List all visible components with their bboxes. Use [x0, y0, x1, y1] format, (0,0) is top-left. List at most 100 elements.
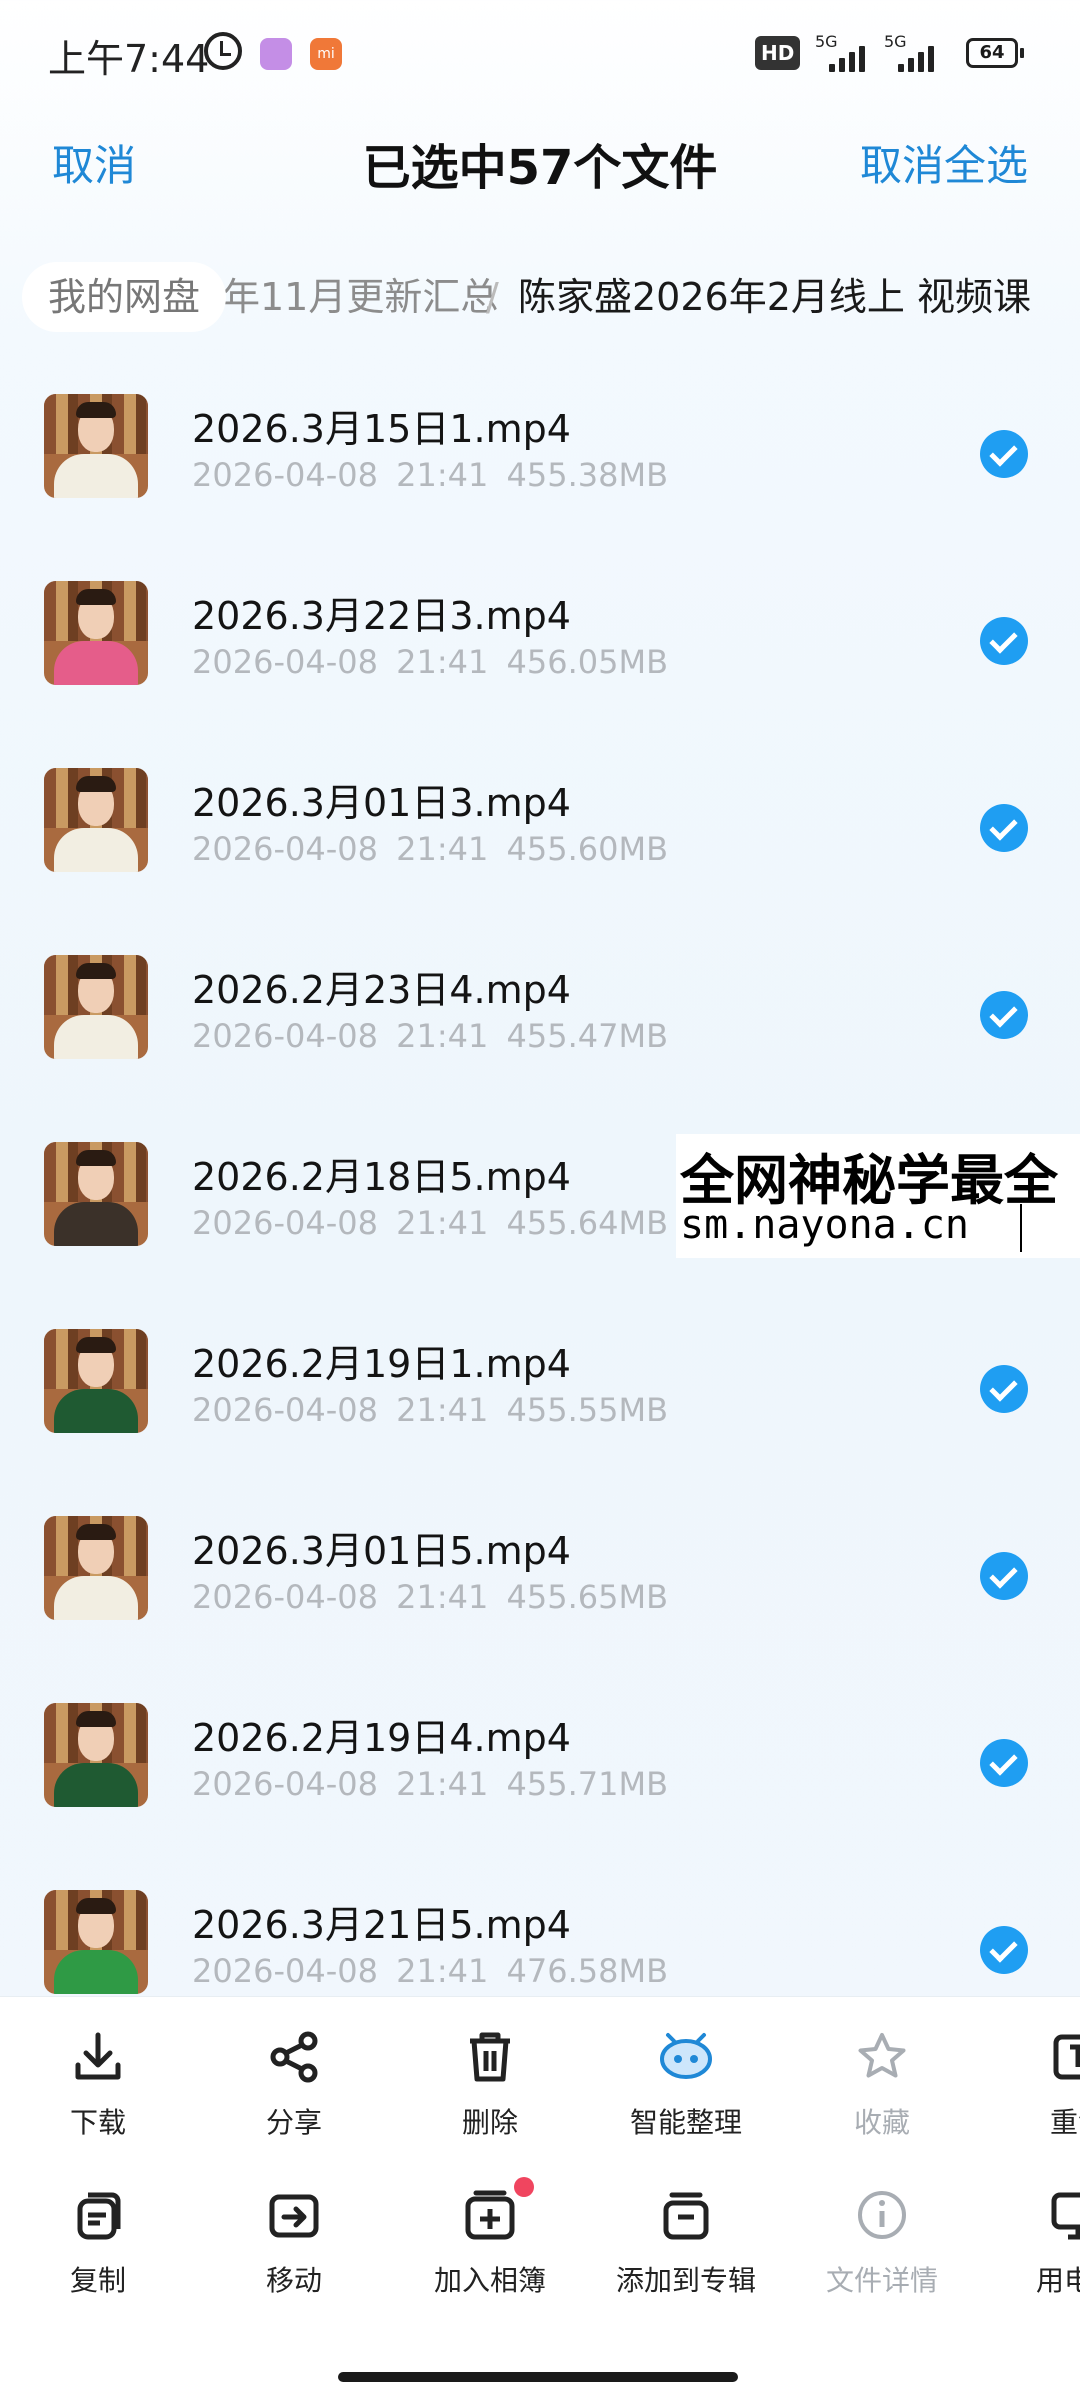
video-thumbnail [44, 768, 148, 872]
file-time: 21:41 [396, 1391, 489, 1429]
selected-check-icon[interactable] [980, 804, 1028, 852]
status-bar: 上午7:44 mi HD 5G 5G 64 [0, 0, 1080, 100]
action-label: 用电脑 [1035, 2264, 1080, 2297]
file-date: 2026-04-08 [192, 1578, 378, 1616]
selected-check-icon[interactable] [980, 1365, 1028, 1413]
file-time: 21:41 [396, 456, 489, 494]
file-row[interactable]: 2026.3月01日5.mp4 2026-04-08 21:41 455.65MB [0, 1480, 1080, 1667]
action-bar: 下载 分享 删除 智能整理 收藏 重命复制 移动 加入相簿 添加到专辑 文件详情 用电脑 [0, 1996, 1080, 2400]
action-rename-button[interactable]: 重命 [980, 2029, 1080, 2169]
selected-check-icon[interactable] [980, 1552, 1028, 1600]
signal-5g-icon-1: 5G [815, 32, 879, 72]
trash-icon [462, 2029, 518, 2085]
file-meta: 2026-04-08 21:41 455.38MB [192, 456, 668, 494]
action-label: 收藏 [853, 2106, 910, 2139]
file-date: 2026-04-08 [192, 1952, 378, 1990]
file-date: 2026-04-08 [192, 830, 378, 868]
file-time: 21:41 [396, 643, 489, 681]
action-monitor-button[interactable]: 用电脑 [980, 2187, 1080, 2327]
breadcrumb-current: 陈家盛2026年2月线上 视频课 [518, 275, 1031, 319]
action-add-album-button[interactable]: 加入相簿 [392, 2177, 588, 2327]
video-thumbnail [44, 1516, 148, 1620]
file-row[interactable]: 2026.3月15日1.mp4 2026-04-08 21:41 455.38MB [0, 358, 1080, 545]
copy-icon [70, 2187, 126, 2243]
new-badge-dot [514, 2177, 534, 2197]
file-date: 2026-04-08 [192, 643, 378, 681]
file-size: 456.05MB [506, 643, 669, 681]
action-move-button[interactable]: 移动 [196, 2187, 392, 2327]
selected-check-icon[interactable] [980, 1739, 1028, 1787]
file-time: 21:41 [396, 1204, 489, 1242]
selected-check-icon[interactable] [980, 617, 1028, 665]
file-time: 21:41 [396, 1017, 489, 1055]
action-label: 复制 [69, 2264, 126, 2297]
action-label: 分享 [265, 2106, 322, 2139]
file-meta: 2026-04-08 21:41 455.55MB [192, 1391, 668, 1429]
text-caret [1020, 1204, 1022, 1252]
file-meta: 2026-04-08 21:41 455.64MB [192, 1204, 668, 1242]
action-label: 移动 [265, 2264, 322, 2297]
file-date: 2026-04-08 [192, 1017, 378, 1055]
action-star-button[interactable]: 收藏 [784, 2029, 980, 2169]
file-name: 2026.2月23日4.mp4 [192, 968, 571, 1012]
status-time: 上午7:44 [48, 37, 210, 81]
file-name: 2026.3月15日1.mp4 [192, 407, 571, 451]
alarm-icon [204, 32, 242, 70]
file-row[interactable]: 2026.3月01日3.mp4 2026-04-08 21:41 455.60MB [0, 732, 1080, 919]
file-size: 455.47MB [506, 1017, 669, 1055]
selected-check-icon[interactable] [980, 430, 1028, 478]
action-download-button[interactable]: 下载 [0, 2029, 196, 2169]
video-thumbnail [44, 1142, 148, 1246]
move-icon [266, 2187, 322, 2243]
action-share-button[interactable]: 分享 [196, 2029, 392, 2169]
info-icon [854, 2187, 910, 2243]
file-name: 2026.3月21日5.mp4 [192, 1903, 571, 1947]
file-row[interactable]: 2026.3月22日3.mp4 2026-04-08 21:41 456.05MB [0, 545, 1080, 732]
download-icon [70, 2029, 126, 2085]
file-meta: 2026-04-08 21:41 455.60MB [192, 830, 668, 868]
action-label: 文件详情 [825, 2264, 938, 2297]
smart-organize-icon [658, 2029, 714, 2085]
selected-check-icon[interactable] [980, 991, 1028, 1039]
add-album-icon [462, 2187, 518, 2243]
action-label: 删除 [461, 2106, 518, 2139]
file-meta: 2026-04-08 21:41 456.05MB [192, 643, 668, 681]
signal-5g-icon-2: 5G [884, 32, 948, 72]
video-thumbnail [44, 955, 148, 1059]
file-date: 2026-04-08 [192, 456, 378, 494]
video-thumbnail [44, 1703, 148, 1807]
file-size: 455.71MB [506, 1765, 669, 1803]
action-info-button[interactable]: 文件详情 [784, 2187, 980, 2327]
breadcrumb-root[interactable]: 我的网盘 [22, 262, 227, 332]
file-row[interactable]: 2026.2月23日4.mp4 2026-04-08 21:41 455.47MB [0, 919, 1080, 1106]
action-add-to-collection-button[interactable]: 添加到专辑 [588, 2187, 784, 2327]
mi-app-notification-icon: mi [310, 38, 342, 70]
file-size: 455.60MB [506, 830, 669, 868]
action-smart-organize-button[interactable]: 智能整理 [588, 2029, 784, 2169]
file-name: 2026.3月01日3.mp4 [192, 781, 571, 825]
action-label: 加入相簿 [433, 2264, 546, 2297]
action-copy-button[interactable]: 复制 [0, 2187, 196, 2327]
breadcrumb-parent[interactable]: 年11月更新汇总 [222, 262, 498, 332]
file-date: 2026-04-08 [192, 1765, 378, 1803]
file-row[interactable]: 2026.2月19日1.mp4 2026-04-08 21:41 455.55MB [0, 1293, 1080, 1480]
hd-voice-badge: HD [755, 36, 801, 70]
video-thumbnail [44, 1329, 148, 1433]
breadcrumb: 我的网盘 年11月更新汇总 / 陈家盛2026年2月线上 视频课 [0, 258, 1080, 338]
file-name: 2026.2月19日4.mp4 [192, 1716, 571, 1760]
home-indicator[interactable] [338, 2372, 738, 2382]
selected-check-icon[interactable] [980, 1926, 1028, 1974]
file-size: 455.65MB [506, 1578, 669, 1616]
action-trash-button[interactable]: 删除 [392, 2029, 588, 2169]
action-label: 智能整理 [629, 2106, 742, 2139]
deselect-all-button[interactable]: 取消全选 [860, 132, 1028, 193]
watermark-url: sm.nayona.cn [680, 1202, 969, 1248]
file-time: 21:41 [396, 1765, 489, 1803]
file-time: 21:41 [396, 1952, 489, 1990]
file-row[interactable]: 2026.2月19日4.mp4 2026-04-08 21:41 455.71MB [0, 1667, 1080, 1854]
file-name: 2026.2月18日5.mp4 [192, 1155, 571, 1199]
file-time: 21:41 [396, 1578, 489, 1616]
file-row[interactable]: 2026.3月21日5.mp4 2026-04-08 21:41 476.58MB [0, 1854, 1080, 1995]
battery-icon: 64 [966, 38, 1024, 68]
rename-icon [1050, 2029, 1080, 2085]
